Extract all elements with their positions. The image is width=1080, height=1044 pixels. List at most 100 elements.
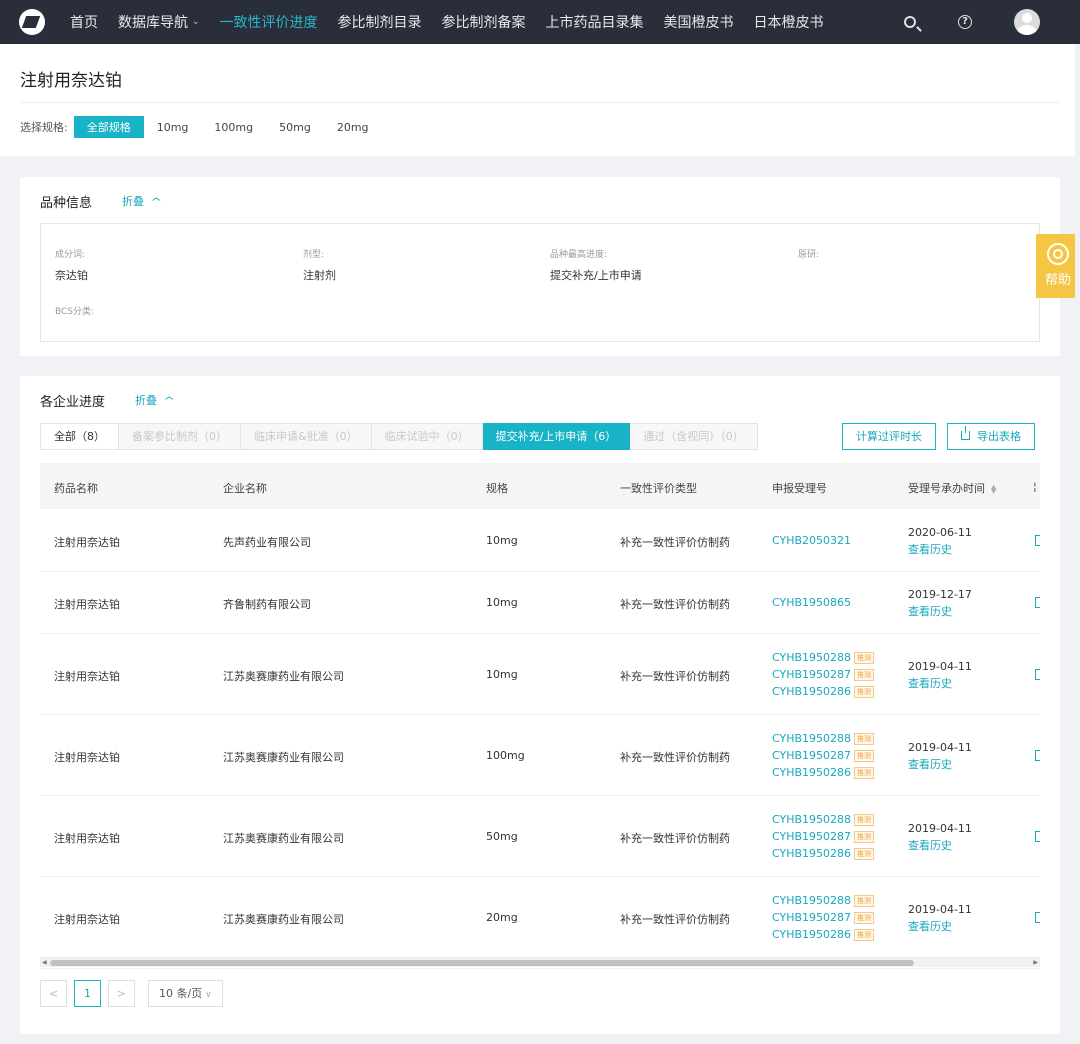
handling-date: 2020-06-11 [908, 526, 972, 539]
col-truncated: ¦ [1033, 480, 1037, 493]
application-number-link[interactable]: CYHB1950865 [772, 594, 851, 611]
cell-drug-name: 注射用奈达铂 [54, 598, 120, 611]
cell-evaluation-type: 补充一致性评价仿制药 [620, 598, 730, 611]
nav-item-database[interactable]: 数据库导航 ⌄ [118, 12, 200, 32]
application-number-link[interactable]: CYHB1950288 推测 [772, 649, 875, 666]
cell-evaluation-type: 补充一致性评价仿制药 [620, 913, 730, 926]
page-scrollbar[interactable] [1075, 44, 1080, 1044]
application-number-link[interactable]: CYHB1950287 推测 [772, 747, 875, 764]
enterprise-fold-toggle[interactable]: 折叠 ^ [135, 392, 175, 408]
tab-approved[interactable]: 通过（含视同）（0） [630, 423, 758, 450]
application-number-link[interactable]: CYHB1950287 推测 [772, 909, 875, 926]
nav-item-us-orange-book[interactable]: 美国橙皮书 [664, 12, 734, 32]
spec-option-20mg[interactable]: 20mg [324, 118, 382, 137]
application-number-link[interactable]: CYHB1950288 推测 [772, 892, 875, 909]
calc-duration-button[interactable]: 计算过评时长 [842, 423, 936, 450]
view-history-link[interactable]: 查看历史 [908, 756, 972, 773]
cell-spec: 10mg [486, 534, 518, 547]
scrollbar-thumb[interactable] [50, 960, 914, 966]
nav-item-reference-catalog[interactable]: 参比制剂目录 [338, 12, 422, 32]
variety-fold-toggle[interactable]: 折叠 ^ [122, 193, 162, 209]
nav-item-consistency-progress[interactable]: 一致性评价进度 [220, 12, 318, 32]
top-navigation: 首页 数据库导航 ⌄ 一致性评价进度 参比制剂目录 参比制剂备案 上市药品目录集 … [0, 0, 1080, 44]
detail-icon[interactable] [1035, 597, 1040, 608]
view-history-link[interactable]: 查看历史 [908, 603, 972, 620]
estimated-badge: 推测 [854, 894, 875, 907]
cell-handling-time: 2019-04-11 查看历史 [908, 820, 972, 854]
spec-selector: 选择规格: 全部规格 10mg 100mg 50mg 20mg [20, 116, 382, 138]
spec-option-50mg[interactable]: 50mg [266, 118, 324, 137]
chevron-down-icon: ⌄ [192, 17, 200, 27]
view-history-link[interactable]: 查看历史 [908, 675, 972, 692]
table-row: 注射用奈达铂 江苏奥赛康药业有限公司 20mg 补充一致性评价仿制药 CYHB19502… [40, 877, 1040, 958]
application-number-link[interactable]: CYHB1950287 推测 [772, 666, 875, 683]
view-history-link[interactable]: 查看历史 [908, 837, 972, 854]
logo-icon[interactable] [19, 9, 45, 35]
tab-clinical-application[interactable]: 临床申请&批准（0） [241, 423, 372, 450]
cell-company-name: 先声药业有限公司 [223, 536, 311, 549]
cell-spec: 50mg [486, 830, 518, 843]
application-number: CYHB1950865 [772, 596, 852, 609]
cell-handling-time: 2019-12-17 查看历史 [908, 586, 972, 620]
tab-submitted[interactable]: 提交补充/上市申请（6） [482, 423, 631, 450]
col-handling-time-label: 受理号承办时间 [908, 482, 985, 495]
application-number-link[interactable]: CYHB1950287 推测 [772, 828, 875, 845]
col-handling-time[interactable]: 受理号承办时间 ▲ ▼ [908, 480, 996, 496]
sort-icon[interactable]: ▲ ▼ [991, 484, 996, 495]
application-number-link[interactable]: CYHB1950286 推测 [772, 683, 875, 700]
cell-application-numbers: CYHB1950288 推测 CYHB1950287 推测 CYHB1950286 推测 [772, 892, 875, 943]
cell-company-name: 江苏奥赛康药业有限公司 [223, 913, 344, 926]
tab-reference-filing[interactable]: 备案参比制剂（0） [119, 423, 241, 450]
user-avatar[interactable] [1014, 9, 1040, 35]
nav-item-jp-orange-book[interactable]: 日本橙皮书 [754, 12, 824, 32]
search-icon[interactable] [904, 16, 916, 28]
nav-item-market-catalog[interactable]: 上市药品目录集 [546, 12, 644, 32]
scroll-right-arrow[interactable]: ▶ [1033, 959, 1038, 966]
tab-clinical-trial[interactable]: 临床试验中（0） [371, 423, 483, 450]
application-number-link[interactable]: CYHB1950286 推测 [772, 764, 875, 781]
cell-company-name: 江苏奥赛康药业有限公司 [223, 670, 344, 683]
cell-evaluation-type: 补充一致性评价仿制药 [620, 536, 730, 549]
estimated-badge: 推测 [854, 749, 875, 762]
tab-all[interactable]: 全部（8） [40, 423, 119, 450]
application-number: CYHB1950287 [772, 668, 852, 681]
detail-icon[interactable] [1035, 535, 1040, 546]
spec-option-10mg[interactable]: 10mg [144, 118, 202, 137]
cell-application-numbers: CYHB1950288 推测 CYHB1950287 推测 CYHB1950286 推测 [772, 811, 875, 862]
application-number-link[interactable]: CYHB1950286 推测 [772, 926, 875, 943]
detail-icon[interactable] [1035, 831, 1040, 842]
col-spec: 规格 [486, 482, 508, 495]
scroll-left-arrow[interactable]: ◀ [42, 959, 47, 966]
cell-drug-name: 注射用奈达铂 [54, 536, 120, 549]
table-row: 注射用奈达铂 江苏奥赛康药业有限公司 50mg 补充一致性评价仿制药 CYHB19502… [40, 796, 1040, 877]
help-icon[interactable]: ? [958, 15, 972, 29]
application-number-link[interactable]: CYHB1950288 推测 [772, 811, 875, 828]
spec-label: 选择规格: [20, 121, 68, 134]
application-number-link[interactable]: CYHB1950288 推测 [772, 730, 875, 747]
nav-item-home[interactable]: 首页 [70, 12, 98, 32]
cell-application-numbers: CYHB1950288 推测 CYHB1950287 推测 CYHB1950286 推测 [772, 649, 875, 700]
page-number-button[interactable]: 1 [74, 980, 101, 1007]
fold-label: 折叠 [135, 394, 157, 407]
prev-page-button[interactable]: < [40, 980, 67, 1007]
detail-icon[interactable] [1035, 912, 1040, 923]
page-size-select[interactable]: 10 条/页 ∨ [148, 980, 223, 1007]
spec-option-all[interactable]: 全部规格 [73, 116, 144, 138]
application-number-link[interactable]: CYHB1950286 推测 [772, 845, 875, 862]
cell-evaluation-type: 补充一致性评价仿制药 [620, 670, 730, 683]
info-label: 品种最高进度: [550, 250, 608, 260]
view-history-link[interactable]: 查看历史 [908, 918, 972, 935]
spec-option-100mg[interactable]: 100mg [201, 118, 266, 137]
estimated-badge: 推测 [854, 830, 875, 843]
info-label: 原研: [798, 250, 820, 260]
detail-icon[interactable] [1035, 669, 1040, 680]
application-number-link[interactable]: CYHB2050321 [772, 532, 851, 549]
application-number: CYHB1950288 [772, 732, 852, 745]
export-table-button[interactable]: 导出表格 [947, 423, 1035, 450]
nav-item-reference-filing[interactable]: 参比制剂备案 [442, 12, 526, 32]
detail-icon[interactable] [1035, 750, 1040, 761]
help-float-button[interactable]: 帮助 [1036, 234, 1080, 298]
horizontal-scrollbar[interactable]: ◀ ▶ [40, 958, 1040, 967]
next-page-button[interactable]: > [108, 980, 135, 1007]
view-history-link[interactable]: 查看历史 [908, 541, 972, 558]
